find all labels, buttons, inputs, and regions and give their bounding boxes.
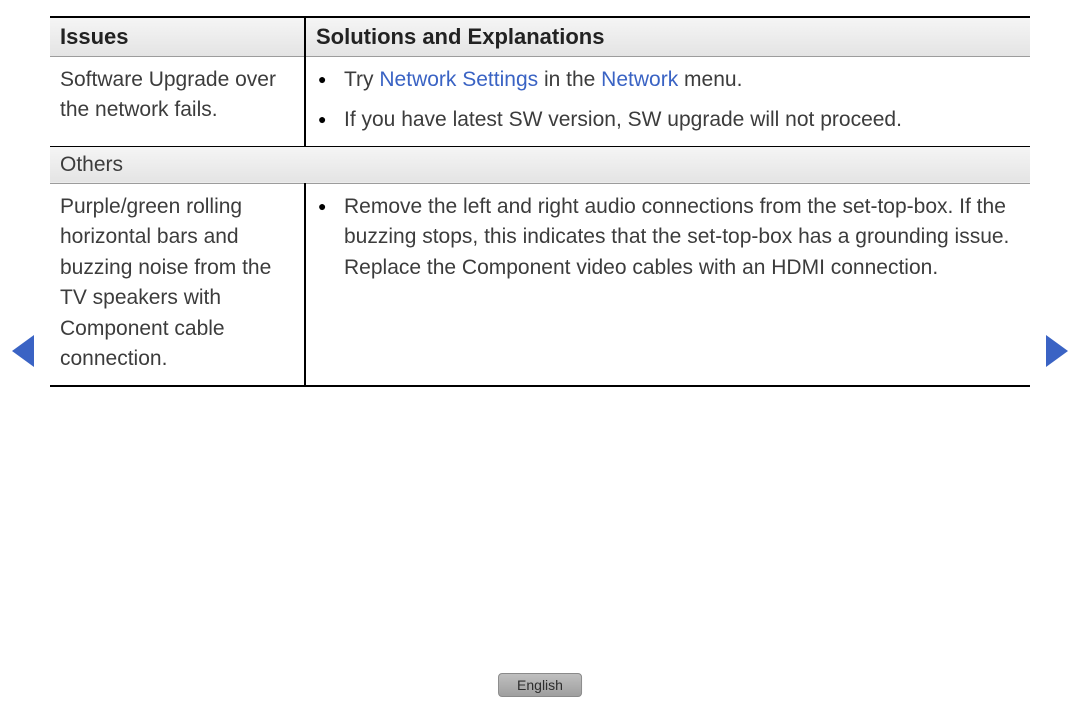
prev-page-arrow-icon[interactable] bbox=[12, 335, 34, 367]
link-network: Network bbox=[601, 68, 678, 91]
table-row: Software Upgrade over the network fails.… bbox=[50, 57, 1030, 147]
issue-cell: Software Upgrade over the network fails. bbox=[50, 57, 305, 147]
next-page-arrow-icon[interactable] bbox=[1046, 335, 1068, 367]
language-button[interactable]: English bbox=[498, 673, 582, 697]
solution-bullet: If you have latest SW version, SW upgrad… bbox=[338, 105, 1018, 135]
bullet-text: in the bbox=[538, 68, 601, 91]
solution-cell: Remove the left and right audio connecti… bbox=[305, 183, 1030, 385]
link-network-settings: Network Settings bbox=[379, 68, 538, 91]
table-header-row: Issues Solutions and Explanations bbox=[50, 17, 1030, 57]
bullet-text: Try bbox=[344, 68, 379, 91]
subheader-cell: Others bbox=[50, 146, 1030, 183]
header-solutions: Solutions and Explanations bbox=[305, 17, 1030, 57]
solution-bullet: Try Network Settings in the Network menu… bbox=[338, 65, 1018, 95]
table-row: Purple/green rolling horizontal bars and… bbox=[50, 183, 1030, 385]
issue-cell: Purple/green rolling horizontal bars and… bbox=[50, 183, 305, 385]
solution-bullet: Remove the left and right audio connecti… bbox=[338, 192, 1018, 283]
header-issues: Issues bbox=[50, 17, 305, 57]
table-subheader-row: Others bbox=[50, 146, 1030, 183]
troubleshooting-table: Issues Solutions and Explanations Softwa… bbox=[50, 16, 1030, 387]
solution-cell: Try Network Settings in the Network menu… bbox=[305, 57, 1030, 147]
bullet-text: menu. bbox=[678, 68, 742, 91]
